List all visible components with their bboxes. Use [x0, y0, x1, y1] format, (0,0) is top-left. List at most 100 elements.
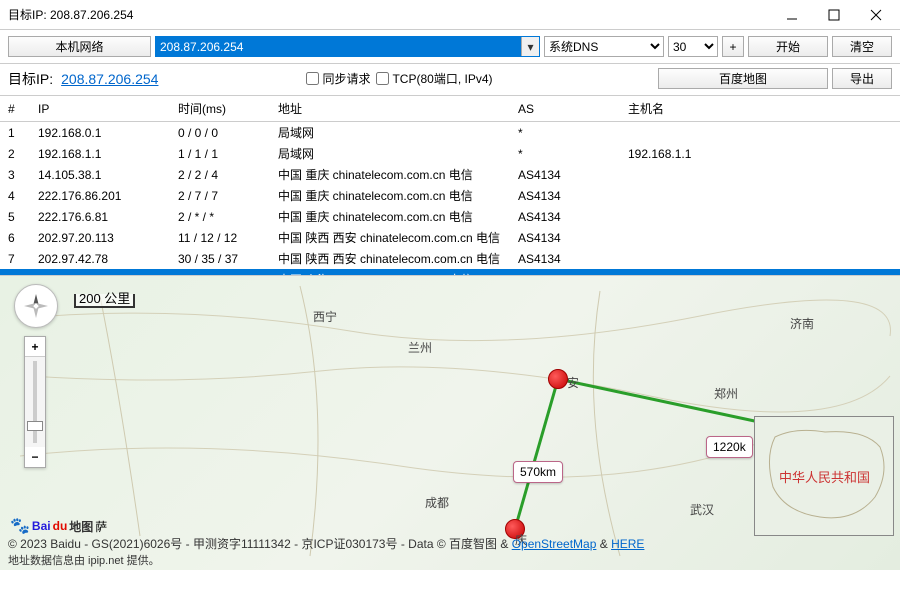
th-time[interactable]: 时间(ms)	[170, 96, 270, 122]
plus-button[interactable]: +	[722, 36, 744, 57]
table-row[interactable]: 314.105.38.12 / 2 / 4中国 重庆 chinatelecom.…	[0, 164, 900, 185]
mini-map-label: 中华人民共和国	[779, 467, 870, 486]
tcp80-checkbox[interactable]: TCP(80端口, IPv4)	[376, 70, 492, 87]
cell-host	[620, 185, 900, 206]
zoom-control: + −	[24, 336, 46, 468]
start-button[interactable]: 开始	[748, 36, 828, 57]
baidu-logo: 🐾 Baidu 地图萨	[10, 516, 107, 536]
paw-icon: 🐾	[10, 516, 30, 536]
cell-time: 30 / 35 / 37	[170, 248, 270, 269]
map-marker-xian[interactable]	[548, 369, 568, 389]
zoom-thumb[interactable]	[27, 421, 43, 431]
zoom-out-button[interactable]: −	[25, 447, 45, 467]
cell-as: *	[510, 122, 620, 144]
table-row[interactable]: 2192.168.1.11 / 1 / 1局域网*192.168.1.1	[0, 143, 900, 164]
th-host[interactable]: 主机名	[620, 96, 900, 122]
table-row[interactable]: 5222.176.6.812 / * / *中国 重庆 chinatelecom…	[0, 206, 900, 227]
cell-addr: 中国 重庆 chinatelecom.com.cn 电信	[270, 185, 510, 206]
cell-as: AS4134	[510, 227, 620, 248]
trace-table: # IP 时间(ms) 地址 AS 主机名 1192.168.0.10 / 0 …	[0, 96, 900, 276]
cell-time: 2 / 2 / 4	[170, 164, 270, 185]
cell-time: 33 / 36 / 38	[170, 269, 270, 276]
cell-host: 192.168.1.1	[620, 143, 900, 164]
minimize-button[interactable]	[772, 3, 812, 27]
chevron-down-icon[interactable]: ▾	[521, 37, 539, 56]
target-ip-input[interactable]: 208.87.206.254 ▾	[155, 36, 540, 57]
baidu-map-button[interactable]: 百度地图	[658, 68, 828, 89]
trace-table-wrap[interactable]: # IP 时间(ms) 地址 AS 主机名 1192.168.0.10 / 0 …	[0, 96, 900, 276]
cell-addr: 局域网	[270, 143, 510, 164]
local-network-button[interactable]: 本机网络	[8, 36, 151, 57]
cell-num: 2	[0, 143, 30, 164]
mini-map[interactable]: 中华人民共和国	[754, 416, 894, 536]
cell-addr: 中国 重庆 chinatelecom.com.cn 电信	[270, 164, 510, 185]
close-button[interactable]	[856, 3, 896, 27]
cell-as: AS4134	[510, 185, 620, 206]
zoom-slider[interactable]	[25, 357, 45, 447]
window-title: 目标IP: 208.87.206.254	[8, 6, 133, 23]
cell-num: 1	[0, 122, 30, 144]
cell-ip: 192.168.1.1	[30, 143, 170, 164]
target-ip-label: 目标IP:	[8, 69, 53, 89]
target-ip-link[interactable]: 208.87.206.254	[61, 71, 158, 87]
cell-ip: 192.168.0.1	[30, 122, 170, 144]
count-select[interactable]: 30	[668, 36, 718, 57]
cell-addr: 局域网	[270, 122, 510, 144]
toolbar-main: 本机网络 208.87.206.254 ▾ 系统DNS 30 + 开始 清空	[0, 30, 900, 64]
maximize-button[interactable]	[814, 3, 854, 27]
export-button[interactable]: 导出	[832, 68, 892, 89]
cell-num: 4	[0, 185, 30, 206]
compass-control[interactable]	[14, 284, 58, 328]
sync-request-checkbox[interactable]: 同步请求	[306, 70, 370, 87]
table-row[interactable]: 4222.176.86.2012 / 7 / 7中国 重庆 chinatelec…	[0, 185, 900, 206]
right-buttons: 百度地图 导出	[658, 68, 892, 89]
th-addr[interactable]: 地址	[270, 96, 510, 122]
cell-host	[620, 164, 900, 185]
cell-as: *	[510, 269, 620, 276]
copyright-text: © 2023 Baidu - GS(2021)6026号 - 甲测资字11111…	[8, 535, 644, 552]
target-ip-value: 208.87.206.254	[160, 40, 243, 54]
cell-addr: 中国 陕西 西安 chinatelecom.com.cn 电信	[270, 227, 510, 248]
cell-as: AS4134	[510, 248, 620, 269]
cell-num: 5	[0, 206, 30, 227]
cell-ip: 202.97.42.78	[30, 248, 170, 269]
th-num[interactable]: #	[0, 96, 30, 122]
scale-label: 200 公里	[74, 294, 135, 308]
cell-addr: 中国 陕西 西安 chinatelecom.com.cn 电信	[270, 248, 510, 269]
cell-addr: 中国 重庆 chinatelecom.com.cn 电信	[270, 206, 510, 227]
distance-label-1: 570km	[513, 461, 563, 483]
osm-link[interactable]: OpenStreetMap	[512, 537, 597, 551]
cell-time: 11 / 12 / 12	[170, 227, 270, 248]
table-row[interactable]: 7202.97.42.7830 / 35 / 37中国 陕西 西安 chinat…	[0, 248, 900, 269]
cell-host	[620, 269, 900, 276]
th-ip[interactable]: IP	[30, 96, 170, 122]
cell-num: 8	[0, 269, 30, 276]
cell-num: 7	[0, 248, 30, 269]
dns-select[interactable]: 系统DNS	[544, 36, 664, 57]
cell-num: 3	[0, 164, 30, 185]
titlebar: 目标IP: 208.87.206.254	[0, 0, 900, 30]
cell-ip: 59.43.156.129	[30, 269, 170, 276]
window-buttons	[772, 3, 896, 27]
zoom-in-button[interactable]: +	[25, 337, 45, 357]
cell-as: AS4134	[510, 206, 620, 227]
toolbar-sub: 目标IP: 208.87.206.254 同步请求 TCP(80端口, IPv4…	[0, 64, 900, 96]
cell-as: AS4134	[510, 164, 620, 185]
here-link[interactable]: HERE	[611, 537, 644, 551]
table-row[interactable]: 1192.168.0.10 / 0 / 0局域网*	[0, 122, 900, 144]
map-area[interactable]: 570km 1220k 西宁 兰州 安 郑州 济南 成都 庆 武汉 200 公里…	[0, 276, 900, 570]
cell-num: 6	[0, 227, 30, 248]
table-row[interactable]: 859.43.156.12933 / 36 / 38中国 上海 chinatel…	[0, 269, 900, 276]
cell-time: 1 / 1 / 1	[170, 143, 270, 164]
cell-ip: 14.105.38.1	[30, 164, 170, 185]
th-as[interactable]: AS	[510, 96, 620, 122]
options-group: 同步请求 TCP(80端口, IPv4)	[306, 70, 492, 87]
footer-note: 地址数据信息由 ipip.net 提供。	[8, 552, 160, 568]
table-row[interactable]: 6202.97.20.11311 / 12 / 12中国 陕西 西安 china…	[0, 227, 900, 248]
distance-label-2: 1220k	[706, 436, 753, 458]
clear-button[interactable]: 清空	[832, 36, 892, 57]
cell-time: 2 / 7 / 7	[170, 185, 270, 206]
cell-ip: 222.176.6.81	[30, 206, 170, 227]
cell-time: 0 / 0 / 0	[170, 122, 270, 144]
cell-ip: 202.97.20.113	[30, 227, 170, 248]
